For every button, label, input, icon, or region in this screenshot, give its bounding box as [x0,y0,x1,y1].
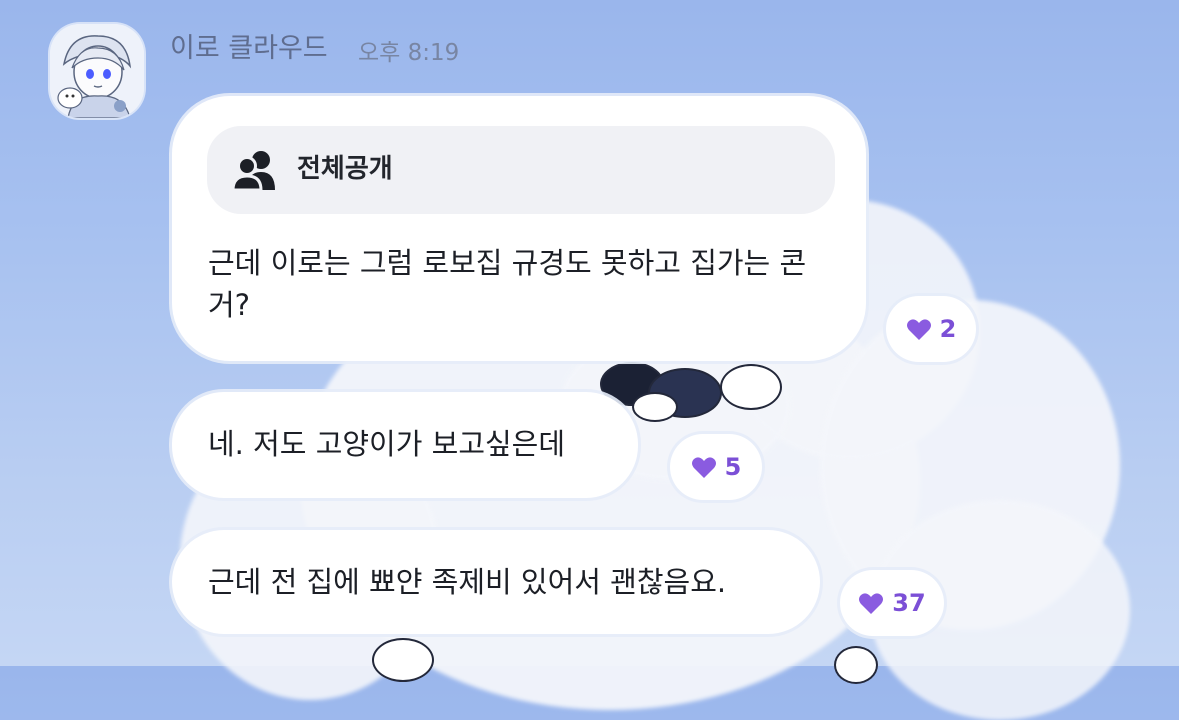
message-text: 근데 전 집에 뾰얀 족제비 있어서 괜찮음요. [208,565,727,599]
people-icon [233,151,275,190]
reaction-badge[interactable]: 2 [886,296,976,362]
doodle-sticker [834,646,878,684]
reaction-count: 5 [724,453,742,481]
heart-icon [906,319,931,340]
reaction-badge[interactable]: 5 [670,434,762,500]
reaction-count: 2 [939,315,957,343]
reaction-badge[interactable]: 37 [840,570,944,636]
sender-name[interactable]: 이로 클라우드 [170,26,328,65]
sender-avatar[interactable] [50,24,144,118]
doodle-sticker [720,364,782,410]
reaction-count: 37 [892,589,926,617]
message-text: 네. 저도 고양이가 보고싶은데 [208,427,566,461]
message-text: 근데 이로는 그럼 로보집 규경도 못하고 집가는 콘거? [208,246,807,322]
message-bubble[interactable]: 전체공개 근데 이로는 그럼 로보집 규경도 못하고 집가는 콘거? [172,96,866,361]
avatar-image [50,24,144,118]
message-bubble[interactable]: 근데 전 집에 뾰얀 족제비 있어서 괜찮음요. [172,530,820,634]
doodle-sticker [632,392,678,422]
message-time: 오후 8:19 [358,40,460,66]
doodle-sticker [372,638,434,682]
visibility-tag: 전체공개 [207,126,835,214]
visibility-label: 전체공개 [297,154,393,184]
heart-icon [859,593,884,614]
message-bubble[interactable]: 네. 저도 고양이가 보고싶은데 [172,392,638,498]
heart-icon [691,457,716,478]
